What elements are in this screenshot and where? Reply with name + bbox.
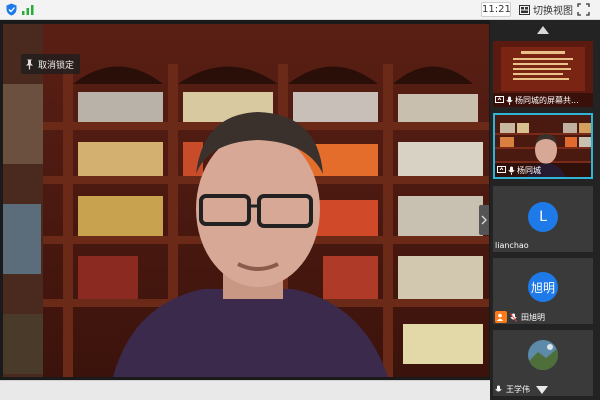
participant-name: lianchao xyxy=(495,240,529,250)
fullscreen-icon[interactable] xyxy=(577,3,590,16)
participant-name: 杨同城的屏幕共... xyxy=(515,95,579,105)
scroll-down-icon[interactable] xyxy=(536,385,548,395)
top-bar: 11:21 切换视图 xyxy=(0,0,600,20)
video-on-icon xyxy=(497,166,506,173)
participant-caption: lianchao xyxy=(493,238,593,252)
microphone-muted-icon xyxy=(510,312,517,322)
participant-name: 杨同城 xyxy=(517,165,541,175)
participant-caption: 杨同城的屏幕共... xyxy=(493,93,593,107)
collapse-panel-handle[interactable] xyxy=(479,205,489,235)
meeting-time: 11:21 xyxy=(481,2,511,17)
grid-view-icon xyxy=(519,4,530,15)
unlock-focus-button[interactable]: 取消锁定 xyxy=(21,54,81,74)
participant-name: 王学伟 xyxy=(506,384,530,394)
participant-tile-screen-share[interactable]: 杨同城的屏幕共... xyxy=(493,41,593,107)
participant-tile-avatar[interactable]: 旭明 田旭明 xyxy=(493,258,593,324)
screen-share-icon xyxy=(495,96,504,103)
microphone-icon xyxy=(495,385,502,391)
switch-view-label: 切换视图 xyxy=(533,6,573,17)
microphone-icon xyxy=(508,166,515,175)
unlock-label: 取消锁定 xyxy=(38,60,75,71)
avatar: L xyxy=(528,202,558,232)
microphone-icon xyxy=(506,96,513,105)
switch-view-button[interactable]: 切换视图 xyxy=(519,2,573,17)
user-icon xyxy=(495,311,507,323)
participant-name: 田旭明 xyxy=(521,312,545,322)
bottom-strip xyxy=(0,380,490,400)
avatar: 旭明 xyxy=(528,272,558,302)
main-video-feed: 取消锁定 xyxy=(3,24,489,377)
network-signal-icon[interactable] xyxy=(22,5,34,15)
scroll-up-icon[interactable] xyxy=(537,25,549,35)
participant-caption: 杨同城 xyxy=(495,163,591,177)
avatar xyxy=(528,340,558,370)
participant-tile-active[interactable]: 杨同城 xyxy=(493,113,593,179)
meeting-window: 11:21 切换视图 取消锁定 杨同城的屏幕共... 杨同城 L liancha… xyxy=(0,0,600,400)
chevron-right-icon xyxy=(481,215,487,225)
pin-icon xyxy=(26,59,33,69)
speaker-video-image xyxy=(3,24,489,377)
participant-tile-avatar[interactable]: L lianchao xyxy=(493,186,593,252)
participant-caption: 田旭明 xyxy=(493,310,593,324)
security-shield-icon[interactable] xyxy=(6,3,17,16)
